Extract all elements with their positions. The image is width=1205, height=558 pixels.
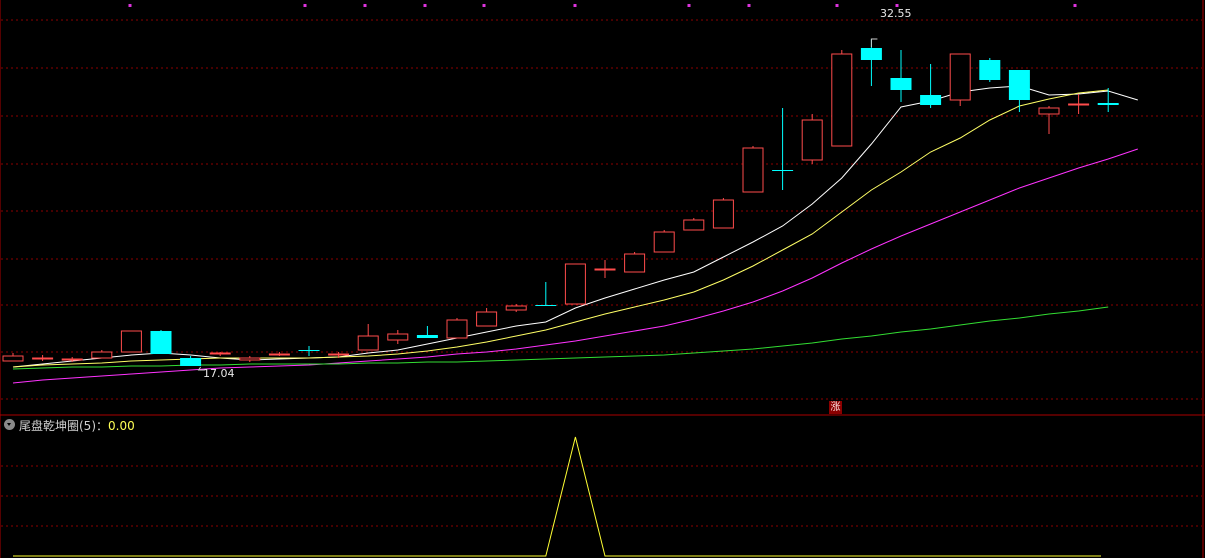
top-marker (423, 4, 427, 7)
candle-body (890, 78, 912, 90)
candle-body (653, 231, 675, 253)
candlesticks[interactable] (2, 39, 1119, 366)
candle-body (239, 357, 261, 361)
top-markers (128, 4, 1077, 7)
price-annotations (197, 38, 878, 371)
moving-averages (12, 85, 1138, 384)
candle-body (416, 335, 438, 338)
max-price-pointer (870, 38, 878, 47)
moving-average-line (12, 89, 1109, 368)
top-marker (363, 4, 367, 7)
candle-body (683, 219, 705, 231)
candle-body (61, 358, 83, 361)
candle-body (120, 330, 142, 353)
candle-body (1097, 103, 1119, 105)
candle-body (209, 352, 231, 355)
top-marker (687, 4, 691, 7)
moving-average-line (12, 85, 1138, 368)
top-marker (573, 4, 577, 7)
rise-badge: 涨 (829, 401, 842, 414)
top-marker (128, 4, 132, 7)
candle-body (91, 351, 113, 359)
candle-body (180, 358, 202, 366)
stock-chart[interactable] (0, 0, 1205, 558)
min-price-label: 17.04 (203, 367, 235, 380)
candle-body (831, 53, 853, 147)
top-marker (835, 4, 839, 7)
candle-body (594, 268, 616, 271)
candle-body (979, 60, 1001, 80)
candle-body (801, 119, 823, 161)
candle-body (1008, 70, 1030, 100)
max-price-label: 32.55 (880, 7, 912, 20)
candle-body (920, 95, 942, 105)
candle-body (268, 353, 290, 356)
candle-body (1068, 103, 1090, 106)
top-marker (303, 4, 307, 7)
candle-body (446, 319, 468, 339)
candle-body (298, 350, 320, 351)
candle-body (712, 199, 734, 229)
indicator-separator: ： (96, 419, 109, 433)
candle-body (476, 311, 498, 327)
indicator-name: 尾盘乾坤圈(5) (19, 419, 96, 433)
top-marker (1073, 4, 1077, 7)
candle-body (564, 263, 586, 305)
candle-body (860, 48, 882, 60)
candle-body (2, 355, 24, 362)
indicator-value: 0.00 (108, 419, 135, 433)
chevron-down-icon[interactable] (4, 419, 15, 430)
candle-body (505, 305, 527, 311)
candle-body (535, 305, 557, 306)
candle-body (624, 253, 646, 273)
top-marker (482, 4, 486, 7)
indicator-header: 尾盘乾坤圈(5)：0.00 (19, 417, 135, 434)
candle-body (1038, 107, 1060, 115)
candle-body (772, 170, 794, 171)
candle-body (357, 335, 379, 351)
candle-body (387, 333, 409, 341)
candle-body (328, 353, 350, 356)
top-marker (747, 4, 751, 7)
candle-body (949, 53, 971, 101)
candle-body (742, 147, 764, 193)
candle-body (32, 357, 54, 360)
candle-body (150, 331, 172, 354)
